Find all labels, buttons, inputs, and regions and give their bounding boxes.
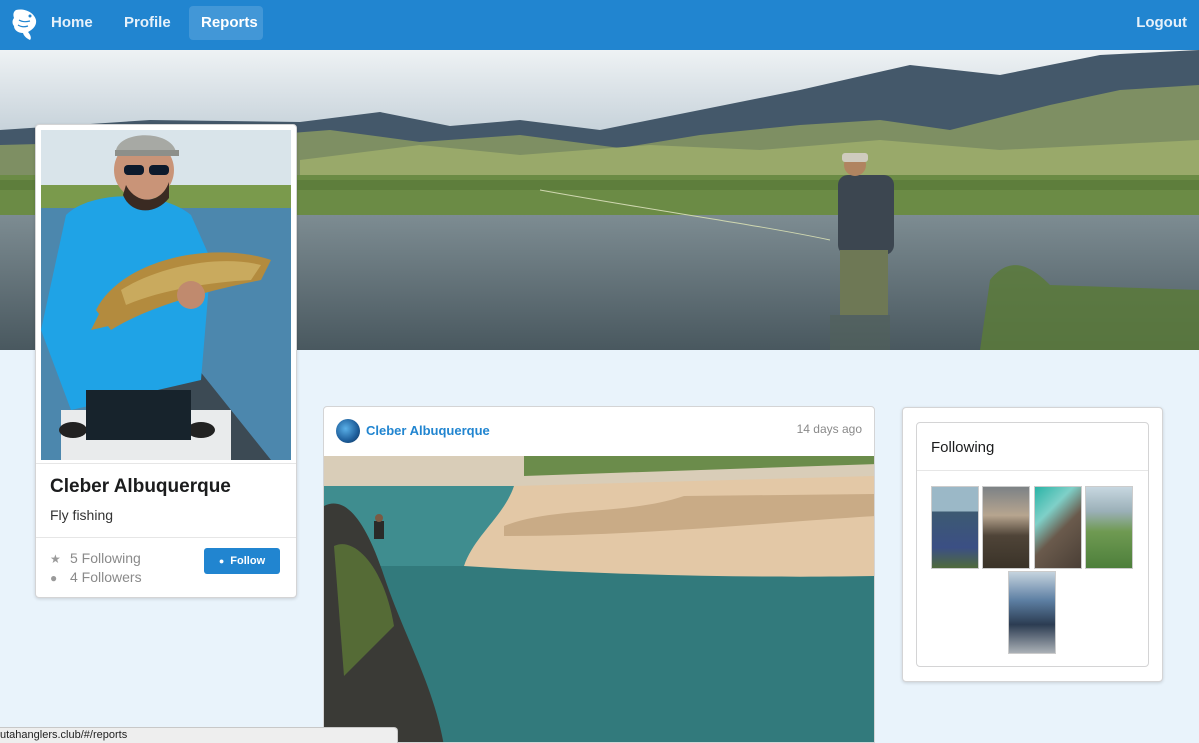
profile-name: Cleber Albuquerque — [50, 476, 231, 497]
following-count[interactable]: ★ 5 Following — [50, 550, 141, 566]
following-panel-title: Following — [931, 439, 995, 456]
following-panel-inner: Following — [916, 422, 1149, 667]
user-icon: ● — [218, 556, 225, 566]
profile-photo — [41, 130, 291, 460]
following-user-thumb[interactable] — [1008, 571, 1056, 654]
nav-reports-link[interactable]: Reports — [189, 6, 263, 40]
following-user-thumb[interactable] — [931, 486, 979, 569]
following-user-thumb[interactable] — [1085, 486, 1133, 569]
browser-status-bar: utahanglers.club/#/reports — [0, 727, 398, 743]
nav-profile-link[interactable]: Profile — [112, 6, 183, 40]
following-panel-divider — [917, 470, 1148, 471]
profile-card: Cleber Albuquerque Fly fishing ★ 5 Follow… — [35, 124, 297, 598]
post-author-link[interactable]: Cleber Albuquerque — [366, 423, 490, 438]
follow-button[interactable]: ● Follow — [204, 548, 280, 574]
logout-link[interactable]: Logout — [1124, 6, 1199, 40]
following-user-thumb[interactable] — [1034, 486, 1082, 569]
following-count-label: 5 Following — [70, 550, 141, 566]
post-photo[interactable] — [324, 456, 874, 742]
trout-logo-icon[interactable] — [10, 6, 42, 42]
following-panel: Following — [902, 407, 1163, 682]
following-user-thumb[interactable] — [982, 486, 1030, 569]
star-icon: ★ — [50, 552, 61, 566]
followers-count[interactable]: ● 4 Followers — [50, 569, 142, 585]
nav-home-link[interactable]: Home — [39, 6, 105, 40]
user-icon: ● — [50, 571, 58, 585]
profile-bio: Fly fishing — [50, 507, 114, 523]
avatar[interactable] — [336, 419, 360, 443]
profile-divider — [36, 463, 296, 464]
post-timestamp: 14 days ago — [796, 422, 862, 436]
report-post-card: Cleber Albuquerque 14 days ago — [323, 406, 875, 743]
profile-divider — [36, 537, 296, 538]
follow-button-label: Follow — [230, 555, 266, 567]
followers-count-label: 4 Followers — [70, 569, 142, 585]
top-navbar: Home Profile Reports Logout — [0, 0, 1199, 50]
